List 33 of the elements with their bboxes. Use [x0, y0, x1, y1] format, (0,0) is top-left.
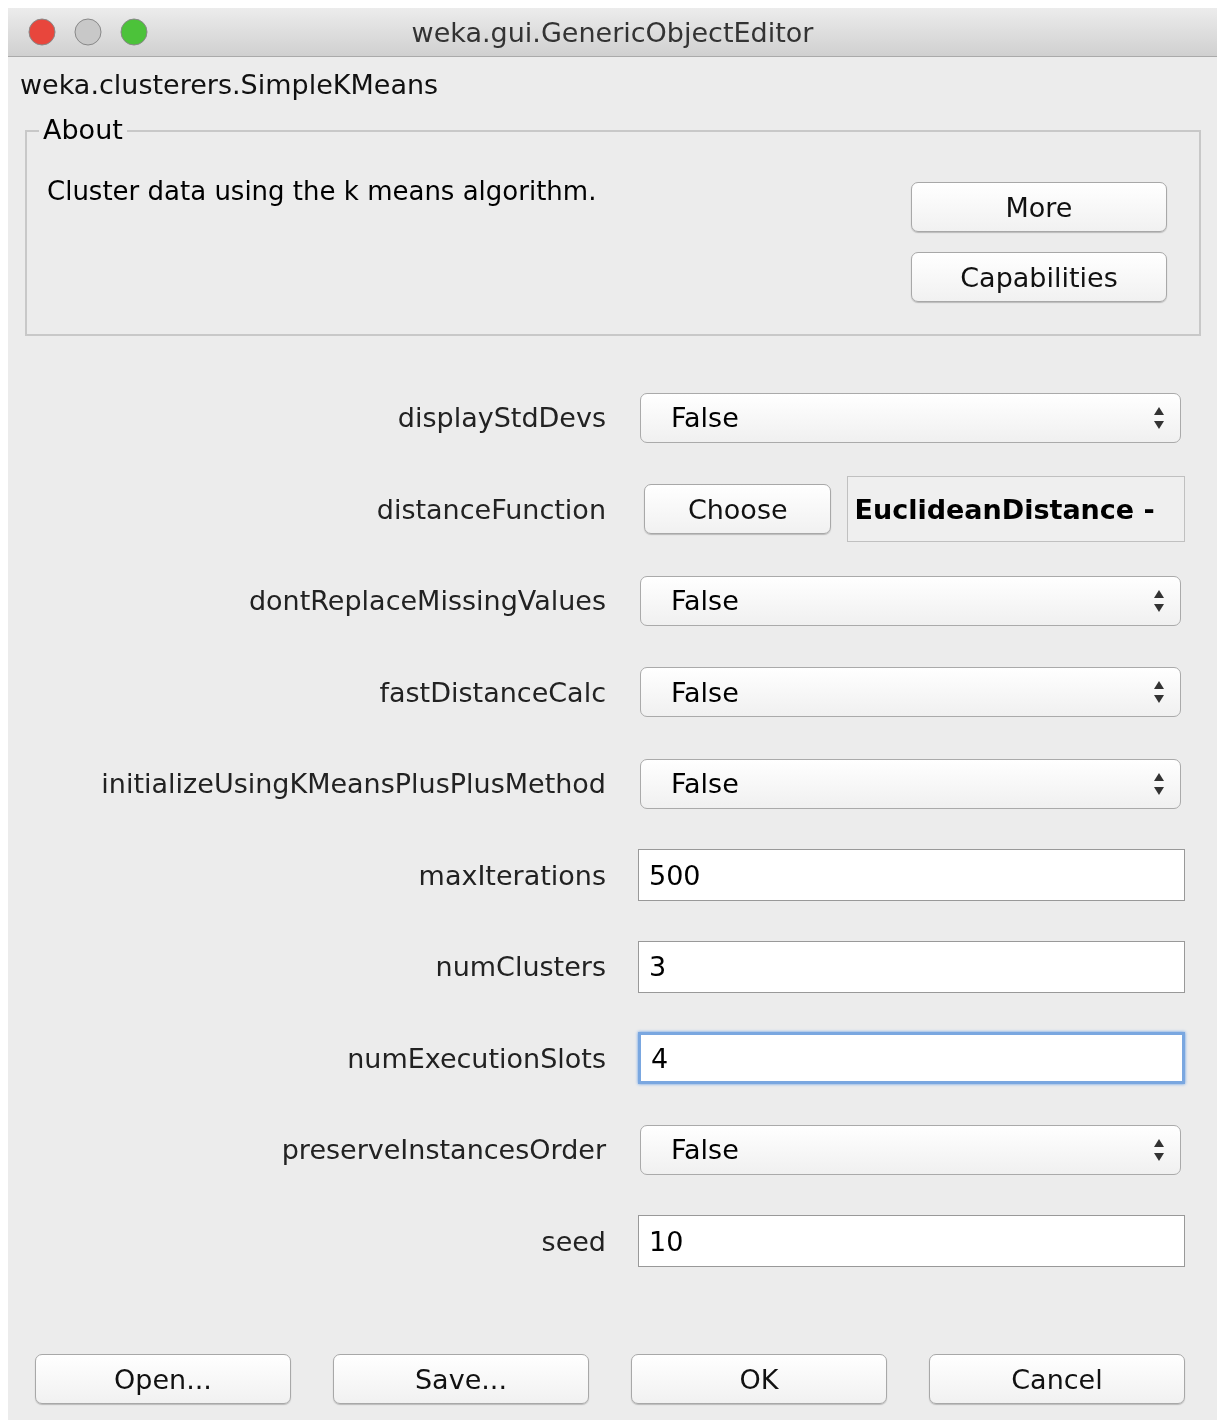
input-field[interactable]: 4: [638, 1032, 1185, 1085]
dropdown[interactable]: False: [640, 575, 1181, 626]
property-label: numClusters: [434, 951, 606, 983]
property-label: numExecutionSlots: [346, 1042, 606, 1074]
property-label: preserveInstancesOrder: [280, 1134, 606, 1166]
window-control-icon[interactable]: [74, 18, 102, 46]
property-label: initializeUsingKMeansPlusPlusMethod: [100, 768, 606, 800]
distance-function-value[interactable]: EuclideanDistance -: [847, 476, 1185, 543]
dialog-button[interactable]: Cancel: [929, 1354, 1185, 1404]
input-field[interactable]: 500: [638, 849, 1185, 902]
property-label: displayStdDevs: [396, 402, 606, 434]
dropdown[interactable]: False: [640, 1124, 1181, 1175]
window-control-icon[interactable]: [28, 18, 56, 46]
input-field[interactable]: 10: [638, 1215, 1185, 1268]
window-control-icon[interactable]: [120, 18, 148, 46]
input-field[interactable]: 3: [638, 940, 1185, 993]
dialog-button[interactable]: Open...: [35, 1354, 291, 1404]
property-label: dontReplaceMissingValues: [247, 585, 606, 617]
class-name: weka.clusterers.SimpleKMeans: [20, 69, 440, 100]
description: Cluster data using the k means algorithm.: [47, 176, 597, 208]
property-label: fastDistanceCalc: [378, 676, 606, 708]
about-button[interactable]: More: [911, 182, 1167, 232]
dialog-button[interactable]: Save...: [333, 1354, 589, 1404]
dropdown[interactable]: False: [640, 667, 1181, 718]
dialog-button[interactable]: OK: [631, 1354, 887, 1404]
choose-button[interactable]: Choose: [644, 484, 832, 535]
property-label: seed: [540, 1225, 606, 1257]
dropdown[interactable]: False: [640, 392, 1181, 443]
property-label: maxIterations: [417, 859, 606, 891]
about-button[interactable]: Capabilities: [911, 252, 1167, 302]
property-label: distanceFunction: [375, 493, 606, 525]
dropdown[interactable]: False: [640, 758, 1181, 809]
window-title: weka.gui.GenericObjectEditor: [411, 16, 814, 48]
